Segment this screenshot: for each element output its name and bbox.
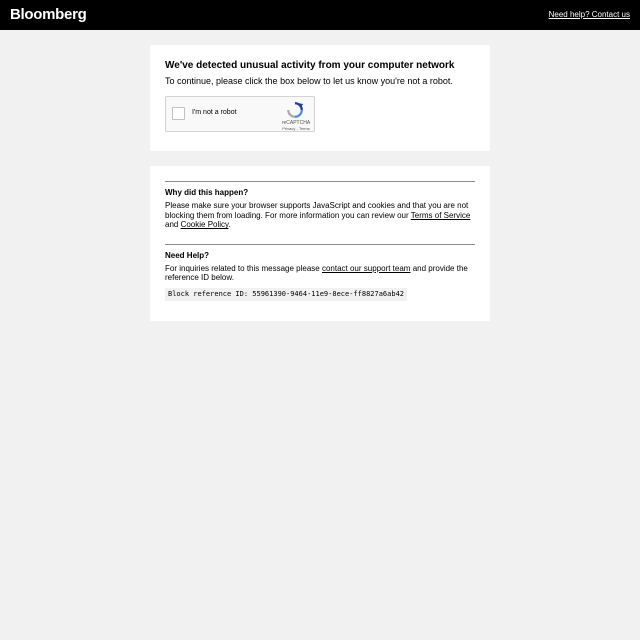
block-reference-id: Block reference ID: 55961390-9464-11e9-8… [165, 287, 408, 301]
bloomberg-logo[interactable]: Bloomberg [10, 6, 87, 23]
page-title: We've detected unusual activity from you… [165, 60, 455, 71]
cookie-policy-link[interactable]: Cookie Policy [181, 220, 229, 229]
support-team-link[interactable]: contact our support team [322, 264, 411, 273]
top-bar: Bloomberg Need help? Contact us [0, 0, 640, 30]
recaptcha-icon [287, 102, 304, 118]
why-heading: Why did this happen? [165, 188, 249, 197]
info-card: Why did this happen? Please make sure yo… [150, 166, 490, 321]
divider [165, 181, 475, 182]
terms-of-service-link[interactable]: Terms of Service [411, 211, 471, 220]
recaptcha-widget: I'm not a robot reCAPTCHA Privacy - Term… [165, 96, 315, 132]
captcha-card: We've detected unusual activity from you… [150, 45, 490, 151]
recaptcha-privacy-link[interactable]: Privacy [282, 126, 295, 131]
captcha-instructions: To continue, please click the box below … [165, 76, 453, 86]
help-heading: Need Help? [165, 250, 210, 260]
recaptcha-label: I'm not a robot [192, 109, 237, 116]
help-text: For inquiries related to this message pl… [165, 264, 475, 283]
recaptcha-checkbox[interactable] [172, 107, 185, 120]
why-text-end: . [228, 220, 231, 230]
divider [165, 243, 475, 245]
why-text: Please make sure your browser supports J… [165, 201, 475, 230]
recaptcha-terms-link[interactable]: Terms [299, 126, 310, 131]
recaptcha-links: Privacy - Terms [271, 126, 321, 131]
why-text-and: and [165, 220, 181, 230]
help-contact-link[interactable]: Need help? Contact us [549, 10, 630, 19]
help-text-start: For inquiries related to this message pl… [165, 263, 322, 273]
